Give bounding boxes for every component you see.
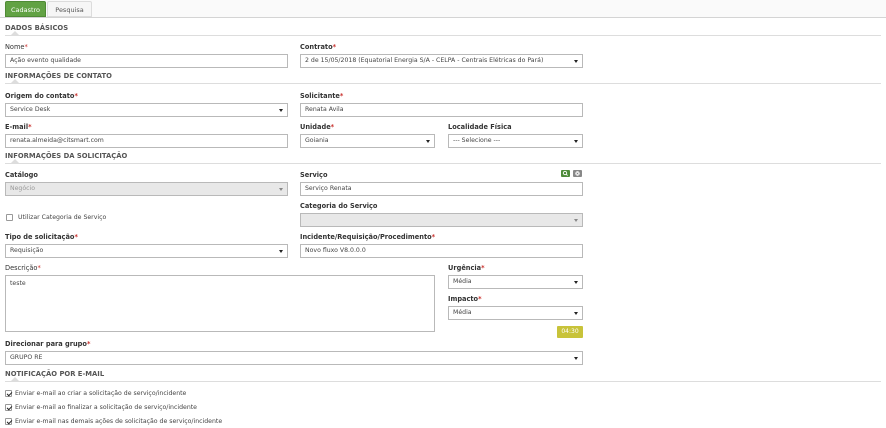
tab-cadastro[interactable]: Cadastro [5,1,46,17]
impacto-label: Impacto* [448,295,482,303]
email-input[interactable]: renata.almeida@citsmart.com [5,134,288,148]
clear-button[interactable] [573,170,582,177]
chevron-down-icon [574,281,578,284]
contrato-label: Contrato* [300,43,337,51]
collapse-caret-icon[interactable] [11,31,19,35]
utilizar-categoria-label: Utilizar Categoria de Serviço [18,214,107,221]
chevron-down-icon [574,357,578,360]
localidade-label: Localidade Física [448,123,512,131]
grupo-select[interactable]: GRUPO RE [5,351,583,365]
notificacao-demais-checkbox[interactable] [5,418,12,425]
chevron-down-icon [574,60,578,63]
nome-input[interactable]: Ação evento qualidade [5,54,288,68]
notificacao-criar-label: Enviar e-mail ao criar a solicitação de … [15,390,187,397]
clear-icon [575,171,580,176]
time-badge: 04:30 [557,326,583,338]
servico-label: Serviço [300,171,328,179]
section-divider [5,83,881,84]
categoria-label: Categoria do Serviço [300,202,378,210]
solicitante-label: Solicitante* [300,92,344,100]
chevron-down-icon [279,109,283,112]
notificacao-finalizar-checkbox[interactable] [5,404,12,411]
catalogo-label: Catálogo [5,171,38,179]
incidente-label: Incidente/Requisição/Procedimento* [300,233,436,241]
impacto-select[interactable]: Média [448,306,583,320]
search-icon [562,170,568,176]
descricao-label: Descrição* [5,264,41,272]
section-notificacao: NOTIFICAÇÃO POR E-MAIL [5,370,105,378]
chevron-down-icon [574,312,578,315]
tab-pesquisa[interactable]: Pesquisa [47,1,92,17]
unidade-label: Unidade* [300,123,335,131]
chevron-down-icon [574,140,578,143]
chevron-down-icon [279,250,283,253]
section-solicitacao: INFORMAÇÕES DA SOLICITAÇÃO [5,152,128,160]
section-divider [5,163,881,164]
nome-label: Nome* [5,43,28,51]
email-label: E-mail* [5,123,32,131]
collapse-caret-icon[interactable] [11,377,19,381]
unidade-select[interactable]: Goiania [300,134,435,148]
tipo-label: Tipo de solicitação* [5,233,78,241]
origem-label: Origem do contato* [5,92,78,100]
section-divider [5,381,881,382]
notificacao-criar-checkbox[interactable] [5,390,12,397]
categoria-select [300,213,583,227]
notificacao-finalizar-label: Enviar e-mail ao finalizar a solicitação… [15,404,197,411]
notificacao-demais-label: Enviar e-mail nas demais ações de solici… [15,418,223,425]
tipo-select[interactable]: Requisição [5,244,288,258]
section-contato: INFORMAÇÕES DE CONTATO [5,72,112,80]
localidade-select[interactable]: --- Selecione --- [448,134,583,148]
solicitante-input[interactable]: Renata Avila [300,103,583,117]
collapse-caret-icon[interactable] [11,159,19,163]
chevron-down-icon [574,219,578,222]
section-divider [5,35,881,36]
descricao-textarea[interactable]: teste [5,275,435,332]
search-button[interactable] [561,170,570,177]
catalogo-select: Negócio [5,182,288,196]
urgencia-label: Urgência* [448,264,485,272]
servico-input[interactable]: Serviço Renata [300,182,583,196]
utilizar-categoria-checkbox[interactable] [6,214,13,221]
grupo-label: Direcionar para grupo* [5,340,91,348]
chevron-down-icon [426,140,430,143]
chevron-down-icon [279,188,283,191]
tab-bar: Cadastro Pesquisa [0,0,886,18]
urgencia-select[interactable]: Média [448,275,583,289]
contrato-select[interactable]: 2 de 15/05/2018 (Equatorial Energia S/A … [300,54,583,68]
collapse-caret-icon[interactable] [11,79,19,83]
origem-select[interactable]: Service Desk [5,103,288,117]
incidente-input[interactable]: Novo fluxo V8.0.0.0 [300,244,583,258]
